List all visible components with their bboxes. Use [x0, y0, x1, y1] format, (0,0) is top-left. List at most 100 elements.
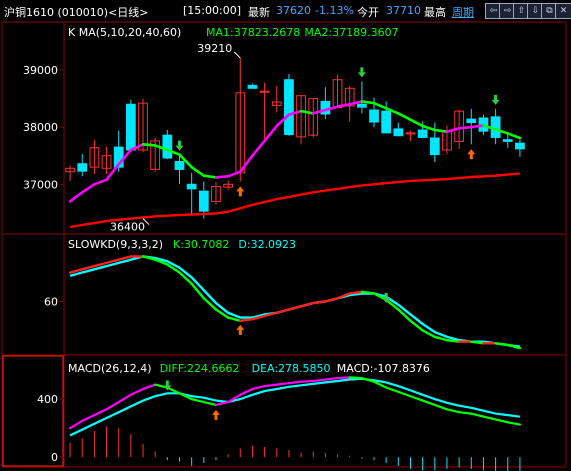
- ma1-segment: [202, 174, 218, 179]
- d-line: [69, 255, 521, 348]
- diff-segment: [93, 408, 108, 417]
- candle-body: [502, 139, 513, 142]
- candle-body: [125, 103, 136, 151]
- ma1-segment: [469, 124, 485, 129]
- diff-segment: [336, 376, 351, 380]
- ma1-segment: [226, 170, 242, 178]
- price-panel: 37000 38000 39000 K MA(5,10,20,40,60) MA1:37…: [23, 26, 525, 234]
- legend-entry: DIFF:224.6662: [160, 362, 240, 375]
- diff-segment: [312, 378, 327, 383]
- diff-segment: [458, 411, 473, 415]
- k-segment: [494, 342, 509, 347]
- ma1-segment: [360, 100, 376, 105]
- candle-body: [381, 110, 392, 134]
- kd-panel: 60 SLOWKD(9,3,3,2) K:30.7082 D:32.0923: [44, 238, 522, 350]
- legend-entry: K:30.7082: [173, 238, 229, 251]
- diff-segment: [482, 415, 497, 421]
- ma1-segment: [141, 142, 157, 147]
- ma1-segment: [299, 109, 315, 115]
- sell-signal-arrow: [175, 140, 184, 151]
- macd-panel: 0 400 MACD(26,12,4) DIFF:224.6662 DEA:278.58…: [37, 362, 522, 471]
- diff-segment: [348, 376, 363, 380]
- diff-segment: [494, 418, 509, 424]
- k-segment: [239, 318, 254, 323]
- k-segment: [178, 271, 193, 285]
- diff-segment: [445, 408, 461, 414]
- ma1-segment: [433, 128, 449, 134]
- ma1-segment: [80, 182, 96, 194]
- legend-entry: D:32.0923: [238, 238, 296, 251]
- candle-body: [247, 84, 258, 89]
- diff-segment: [68, 419, 84, 430]
- legend-entry: DEA:278.5850: [252, 362, 331, 375]
- dea-line: [69, 377, 521, 437]
- candle-body: [174, 160, 185, 170]
- diff-segment: [117, 393, 132, 404]
- diff-segment: [214, 400, 230, 407]
- diff-segment: [324, 376, 339, 381]
- candle-body: [77, 163, 88, 172]
- y-tick-label: 37000: [23, 178, 58, 191]
- diff-segment: [251, 384, 266, 391]
- k-segment: [312, 300, 327, 305]
- ma1-segment: [445, 126, 461, 134]
- ma1-segment: [263, 124, 279, 143]
- candle-body: [466, 118, 477, 124]
- candle-body: [356, 103, 367, 108]
- ma1-segment: [105, 162, 121, 182]
- diff-segment: [397, 390, 412, 398]
- diff-segment: [409, 395, 424, 402]
- candle-body: [162, 134, 173, 159]
- sell-signal-arrow: [357, 67, 366, 78]
- y-tick-label: 39000: [23, 64, 58, 77]
- ma1-segment: [190, 165, 206, 178]
- k-segment: [445, 338, 461, 343]
- legend-entry: MACD:-107.8376: [337, 362, 430, 375]
- candle-body: [429, 137, 440, 156]
- ma1-segment: [93, 178, 108, 186]
- k-segment: [397, 308, 412, 323]
- ma1-segment: [397, 112, 412, 122]
- buy-signal-arrow: [467, 149, 476, 160]
- candle-body: [186, 183, 197, 190]
- diff-segment: [190, 398, 205, 404]
- buy-signal-arrow: [211, 409, 220, 420]
- diff-segment: [299, 379, 315, 383]
- ma1-segment: [68, 190, 84, 203]
- ma1-segment: [214, 174, 230, 179]
- k-segment: [275, 308, 291, 314]
- diff-segment: [470, 412, 485, 418]
- y-tick-label: 38000: [23, 121, 58, 134]
- diff-segment: [141, 383, 157, 391]
- k-segment: [299, 301, 315, 308]
- diff-segment: [263, 383, 278, 388]
- legend-entry: MA1:37823.2678: [206, 26, 300, 39]
- panel-title: K MA(5,10,20,40,60): [68, 26, 181, 39]
- ma1-segment: [506, 132, 522, 140]
- ma1-segment: [457, 125, 473, 130]
- ma1-segment: [372, 101, 388, 110]
- panel-title: MACD(26,12,4): [68, 362, 152, 375]
- diff-segment: [433, 403, 449, 411]
- diff-segment: [275, 382, 291, 386]
- diff-segment: [506, 421, 522, 426]
- chart-canvas[interactable]: 37000 38000 39000 K MA(5,10,20,40,60) MA1:37…: [0, 0, 571, 471]
- y-tick-label: 0: [51, 451, 58, 464]
- candle-body: [369, 109, 379, 123]
- ma1-segment: [421, 124, 437, 132]
- annotation-pointer: [233, 51, 241, 59]
- diff-segment: [105, 400, 120, 411]
- k-segment: [348, 290, 364, 295]
- candle-body: [198, 190, 209, 212]
- sell-signal-arrow: [491, 94, 500, 105]
- buy-signal-arrow: [236, 186, 245, 197]
- candle-body: [417, 129, 428, 138]
- high-annotation: 39210: [197, 42, 232, 55]
- diff-segment: [287, 380, 303, 385]
- diff-segment: [81, 413, 96, 423]
- diff-segment: [129, 387, 145, 396]
- candle-body: [515, 142, 525, 150]
- diff-segment: [202, 400, 218, 407]
- candle-body: [284, 79, 294, 136]
- candle-body: [393, 128, 404, 137]
